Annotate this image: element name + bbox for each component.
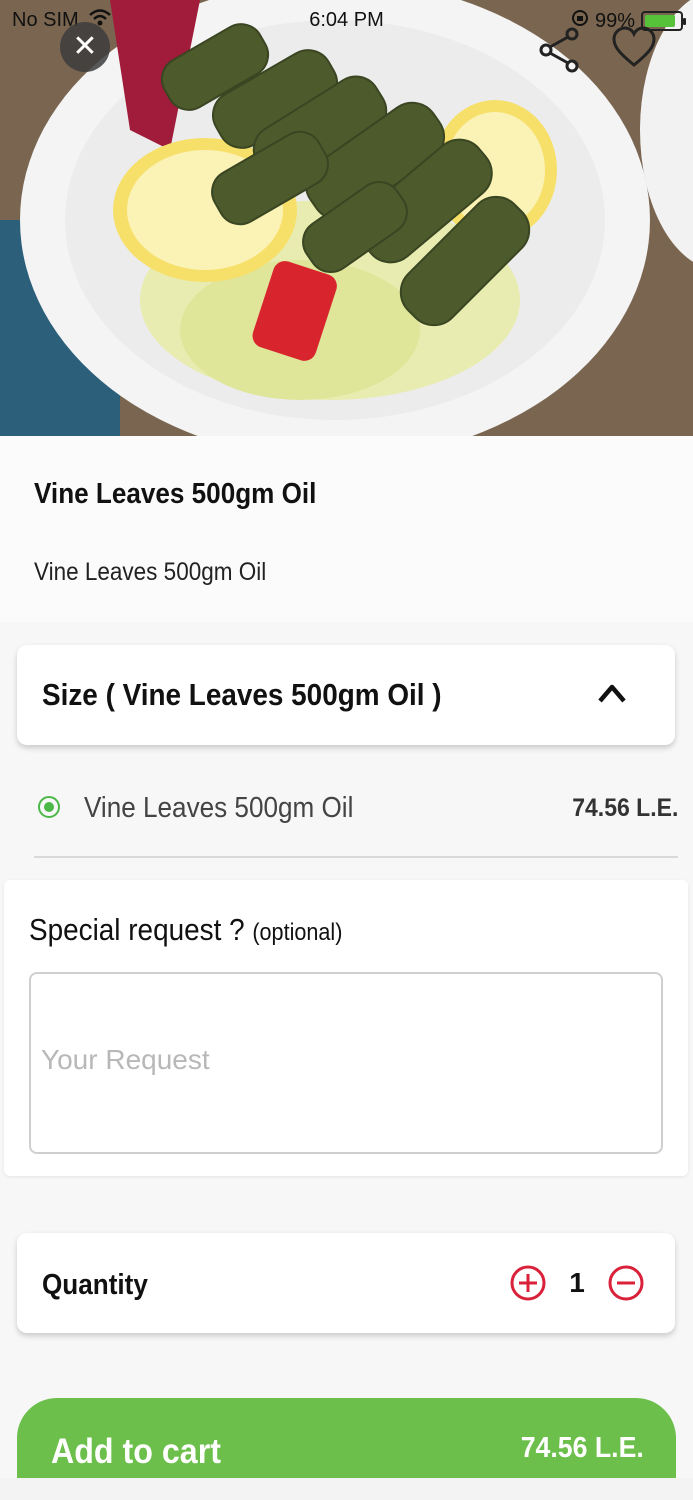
close-button[interactable]: ✕: [60, 22, 110, 72]
product-title: Vine Leaves 500gm Oil: [34, 478, 317, 510]
size-option-label: Vine Leaves 500gm Oil: [84, 792, 354, 824]
optional-label: (optional): [252, 919, 343, 946]
special-request-label: Special request ? (optional): [29, 912, 342, 948]
share-icon: [539, 27, 579, 73]
cart-total-price: 74.56 L.E.: [520, 1432, 644, 1464]
close-icon: ✕: [72, 30, 98, 63]
size-accordion-header[interactable]: Size ( Vine Leaves 500gm Oil ): [17, 645, 675, 745]
decrement-button[interactable]: [607, 1264, 645, 1302]
radio-selected-icon[interactable]: [38, 796, 60, 818]
product-photo: [0, 0, 693, 436]
size-title: Size ( Vine Leaves 500gm Oil ): [42, 677, 442, 712]
product-info: [0, 436, 693, 622]
size-option-price: 74.56 L.E.: [571, 794, 678, 822]
share-button[interactable]: [538, 26, 582, 74]
add-to-cart-button[interactable]: Add to cart 74.56 L.E.: [17, 1398, 676, 1478]
product-description: Vine Leaves 500gm Oil: [34, 558, 267, 586]
special-request-input[interactable]: [29, 972, 663, 1154]
quantity-card: Quantity 1: [17, 1233, 675, 1333]
quantity-label: Quantity: [42, 1269, 148, 1301]
bottom-safe-area: [0, 1478, 693, 1500]
special-request-title: Special request ?: [29, 912, 245, 947]
quantity-value: 1: [569, 1267, 585, 1298]
chevron-up-icon: [598, 684, 626, 703]
heart-icon: [612, 26, 656, 67]
special-request-card: Special request ? (optional): [4, 880, 688, 1176]
size-option[interactable]: Vine Leaves 500gm Oil 74.56 L.E.: [34, 780, 678, 858]
product-image: [0, 0, 693, 436]
increment-button[interactable]: [509, 1264, 547, 1302]
add-to-cart-label: Add to cart: [51, 1432, 221, 1471]
favorite-button[interactable]: [612, 26, 656, 70]
